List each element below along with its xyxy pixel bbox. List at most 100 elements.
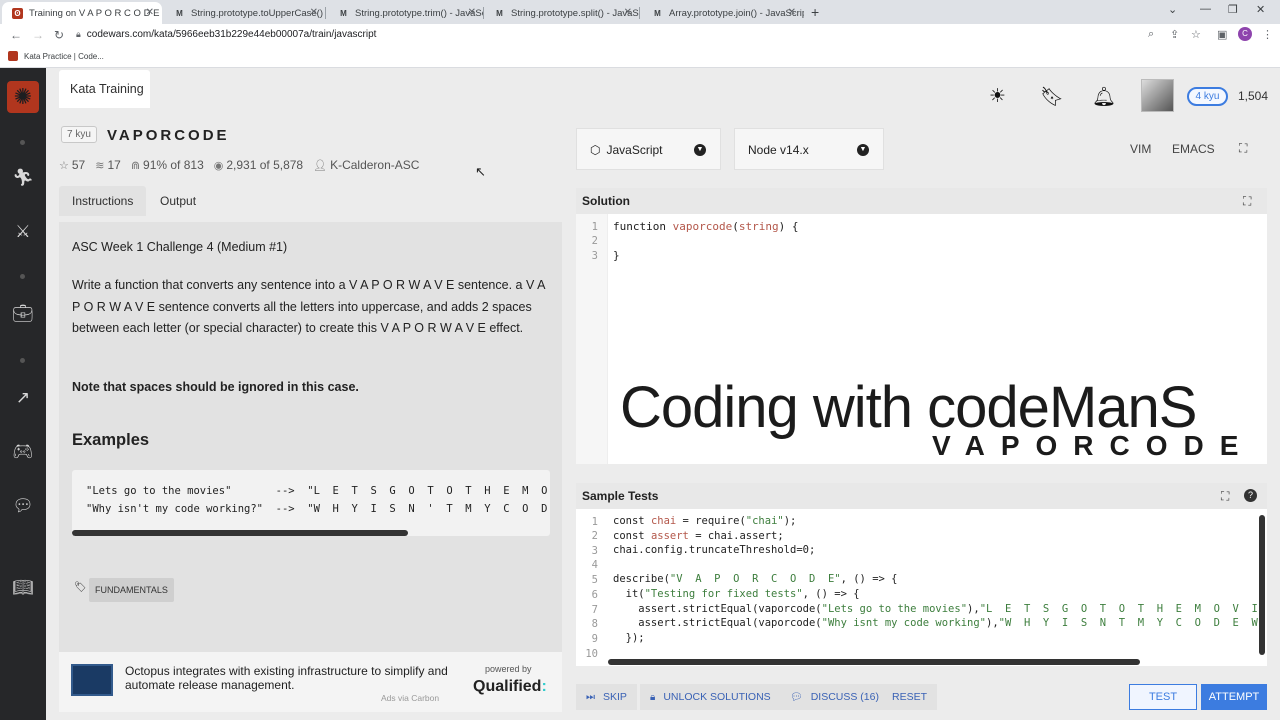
tab-instructions[interactable]: Instructions xyxy=(59,186,147,216)
forward-icon[interactable]: → xyxy=(32,28,44,42)
line-number: 7 xyxy=(591,604,598,616)
mdn-favicon-icon: M xyxy=(176,8,183,18)
browser-tab-bar: ʘ Training on V A P O R C O D E | C ✕ M … xyxy=(0,0,1280,24)
bookmark-icon[interactable]: 🔖︎ xyxy=(1040,85,1064,109)
tag-fundamentals[interactable]: FUNDAMENTALS xyxy=(89,578,174,602)
examples-scrollbar[interactable] xyxy=(72,530,408,536)
runtime-select[interactable]: Node v14.x ▼ xyxy=(734,128,884,170)
code-line: const chai = require("chai"); xyxy=(613,515,797,527)
avatar[interactable] xyxy=(1141,79,1174,112)
tab-search-icon[interactable]: ⌄ xyxy=(1168,3,1177,16)
discord-icon[interactable]: 🎮︎ xyxy=(0,442,46,462)
collections-stat[interactable]: ≋ 17 xyxy=(95,158,121,172)
test-button[interactable]: TEST xyxy=(1129,684,1197,710)
instructions-panel: ASC Week 1 Challenge 4 (Medium #1) Write… xyxy=(59,222,562,652)
ad-text[interactable]: Octopus integrates with existing infrast… xyxy=(125,664,455,692)
url-field[interactable]: 🔒︎ codewars.com/kata/5966eeb31b229e44eb00… xyxy=(76,29,376,40)
ad-banner[interactable]: Octopus integrates with existing infrast… xyxy=(59,652,562,712)
practice-icon[interactable]: ⚔ xyxy=(0,222,46,242)
zoom-icon[interactable]: ⌕ xyxy=(1148,28,1154,41)
close-tab-icon[interactable]: ✕ xyxy=(788,7,796,18)
line-number: 5 xyxy=(591,574,598,586)
sidepanel-icon[interactable]: ▣ xyxy=(1217,28,1227,41)
bookmark-item[interactable]: Kata Practice | Code... xyxy=(8,51,104,61)
kata-description: Write a function that converts any sente… xyxy=(72,278,545,335)
unlock-solutions-button[interactable]: 🔒︎ UNLOCK SOLUTIONS xyxy=(640,684,781,710)
code-line: chai.config.truncateThreshold=0; xyxy=(613,544,816,556)
maximize-icon[interactable]: ❐ xyxy=(1228,3,1238,16)
line-number: 4 xyxy=(591,559,598,571)
expand-icon[interactable]: ⛶ xyxy=(1243,194,1251,209)
browser-tab[interactable]: M String.prototype.toUpperCase() - ✕ xyxy=(164,2,326,24)
stack-icon: ≋ xyxy=(95,160,105,172)
skip-button[interactable]: ⏭ SKIP xyxy=(576,684,637,710)
profile-avatar[interactable]: C xyxy=(1238,27,1252,41)
line-number: 10 xyxy=(585,648,598,660)
qualified-logo[interactable]: Qualified: xyxy=(473,678,547,696)
kata-note: Note that spaces should be ignored in th… xyxy=(72,380,359,394)
career-icon[interactable]: 💼︎ xyxy=(0,304,46,324)
ad-via[interactable]: Ads via Carbon xyxy=(381,693,439,703)
sample-tests-editor[interactable]: 1 2 3 4 5 6 7 8 9 10 const chai = requir… xyxy=(576,509,1267,666)
browser-tab[interactable]: M String.prototype.split() - JavaScri ✕ xyxy=(484,2,640,24)
powered-by-label: powered by xyxy=(485,664,532,674)
horizontal-scrollbar[interactable] xyxy=(608,659,1140,665)
code-line: const assert = chai.assert; xyxy=(613,530,784,542)
close-tab-icon[interactable]: ✕ xyxy=(146,7,154,18)
vertical-scrollbar[interactable] xyxy=(1259,515,1265,655)
emacs-mode-button[interactable]: EMACS xyxy=(1172,142,1215,156)
mdn-favicon-icon: M xyxy=(654,8,661,18)
share-icon[interactable]: ⇪ xyxy=(1170,28,1179,41)
codewars-logo-icon[interactable]: ✺ xyxy=(7,81,39,113)
minimize-icon[interactable]: — xyxy=(1200,3,1211,15)
attempt-button[interactable]: ATTEMPT xyxy=(1201,684,1267,710)
mdn-favicon-icon: M xyxy=(496,8,503,18)
back-icon[interactable]: ← xyxy=(10,28,22,42)
tab-output[interactable]: Output xyxy=(147,186,209,216)
training-icon[interactable]: 🏃︎ xyxy=(0,168,46,188)
fullscreen-icon[interactable]: ⛶ xyxy=(1239,141,1247,156)
rail-divider xyxy=(20,358,25,363)
vim-mode-button[interactable]: VIM xyxy=(1130,142,1151,156)
close-tab-icon[interactable]: ✕ xyxy=(624,7,632,18)
stars-stat[interactable]: ☆ 57 xyxy=(59,158,85,172)
unlock-label: UNLOCK SOLUTIONS xyxy=(663,691,771,703)
discuss-button[interactable]: 💬︎ DISCUSS (16) xyxy=(780,684,889,710)
kata-training-tab[interactable]: Kata Training xyxy=(59,70,150,108)
author-stat[interactable]: 👤︎ K-Calderon-ASC xyxy=(313,158,419,172)
tab-title: String.prototype.toUpperCase() - xyxy=(191,7,326,19)
browser-tab-active[interactable]: ʘ Training on V A P O R C O D E | C ✕ xyxy=(2,2,162,24)
language-select[interactable]: ⬡ JavaScript ▼ xyxy=(576,128,721,170)
kata-subtitle: ASC Week 1 Challenge 4 (Medium #1) xyxy=(72,240,288,254)
tag-icon: 🏷︎ xyxy=(74,582,87,593)
browser-tab[interactable]: M Array.prototype.join() - JavaScrip ✕ xyxy=(642,2,804,24)
reload-icon[interactable]: ↻ xyxy=(54,28,64,42)
line-number: 9 xyxy=(591,633,598,645)
kata-title: VAPORCODE xyxy=(107,127,230,144)
line-number: 3 xyxy=(591,545,598,557)
menu-icon[interactable]: ⋮ xyxy=(1262,28,1273,41)
close-tab-icon[interactable]: ✕ xyxy=(310,7,318,18)
bookmark-star-icon[interactable]: ☆ xyxy=(1191,28,1201,41)
solution-editor[interactable]: 1 2 3 function vaporcode(string) { } Cod… xyxy=(576,214,1267,464)
discussion-icon[interactable]: 💬︎ xyxy=(0,496,46,516)
close-window-icon[interactable]: ✕ xyxy=(1256,3,1265,16)
codewars-favicon-icon: ʘ xyxy=(12,7,23,19)
close-tab-icon[interactable]: ✕ xyxy=(468,7,476,18)
theme-sun-icon[interactable]: ☀ xyxy=(989,85,1006,108)
address-bar: ← → ↻ 🔒︎ codewars.com/kata/5966eeb31b229e… xyxy=(0,24,1280,46)
new-tab-icon[interactable]: + xyxy=(811,4,819,20)
reset-button[interactable]: RESET xyxy=(882,684,938,710)
example-lines: "Lets go to the movies" --> "L E T S G O… xyxy=(86,482,550,518)
docs-book-icon[interactable]: 📖︎ xyxy=(0,578,46,598)
lock-icon: 🔒︎ xyxy=(76,29,81,39)
video-watermark-subtitle: VAPORCODE xyxy=(932,430,1255,461)
help-icon[interactable]: ? xyxy=(1244,489,1257,502)
leaderboard-icon[interactable]: ↗ xyxy=(0,388,46,408)
browser-tab[interactable]: M String.prototype.trim() - JavaScri ✕ xyxy=(328,2,484,24)
expand-icon[interactable]: ⛶ xyxy=(1221,489,1229,504)
solution-title: Solution xyxy=(582,194,630,208)
rank-badge[interactable]: 4 kyu xyxy=(1187,87,1228,106)
url-text: codewars.com/kata/5966eeb31b229e44eb0000… xyxy=(86,29,377,40)
notifications-bell-icon[interactable]: 🔔︎ xyxy=(1092,85,1116,109)
